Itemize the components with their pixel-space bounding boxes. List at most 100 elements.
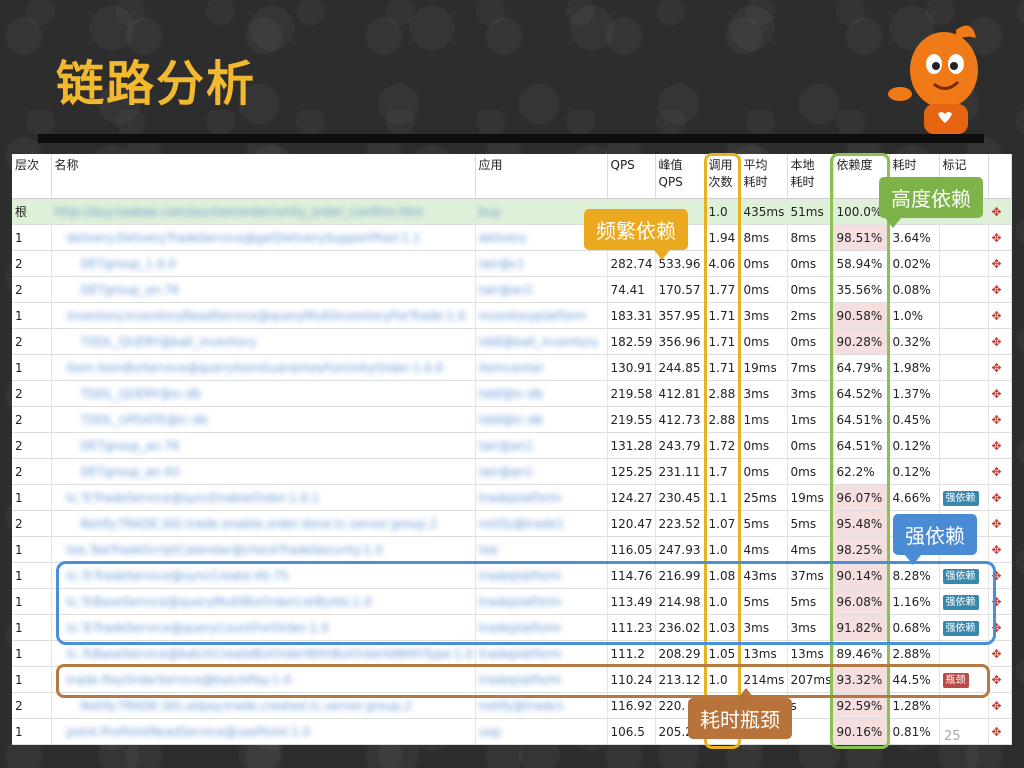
- cell-peak-qps: 216.99: [655, 562, 706, 589]
- table-row[interactable]: 1 tc.TcBaseService@queryMultiBizOrderList…: [12, 588, 1012, 615]
- expand-move-icon[interactable]: ✥: [992, 491, 1002, 505]
- table-row[interactable]: 1 inventory.InventoryReadService@queryMul…: [12, 302, 1012, 329]
- app-link[interactable]: tair@an1: [479, 439, 534, 453]
- cell-app: notify@trade1: [475, 510, 608, 537]
- expand-move-icon[interactable]: ✥: [992, 673, 1002, 687]
- col-local-time[interactable]: 本地 耗时: [787, 154, 834, 199]
- table-row[interactable]: 1 point.ProPointReadService@usePoint:1.0 u…: [12, 718, 1012, 745]
- cell-time-ratio: 0.12%: [889, 432, 940, 459]
- service-link[interactable]: inventory.InventoryReadService@queryMult…: [67, 309, 466, 323]
- app-link[interactable]: uop: [479, 725, 502, 739]
- expand-move-icon[interactable]: ✥: [992, 335, 1002, 349]
- app-link[interactable]: tair@c1: [479, 257, 526, 271]
- service-link[interactable]: tc.TcTradeService@syncEnableOrder:1.0.1: [67, 491, 320, 505]
- table-row[interactable]: 1 item.ItemBizService@queryItemGuaranteeF…: [12, 354, 1012, 381]
- table-row[interactable]: 2 Notify.TRADE.SIG.alipay.trade.created.t…: [12, 692, 1012, 719]
- service-link[interactable]: http://buy.taobao.com/auction/order/unit…: [55, 205, 423, 219]
- service-link[interactable]: DETgroup_an.76: [81, 283, 180, 297]
- app-link[interactable]: delivery: [479, 231, 527, 245]
- table-row[interactable]: 2 TDDL_UPDATE@ic-db tddl@ic-db 219.55 412.73…: [12, 406, 1012, 433]
- cell-dependency: 95.48%: [833, 510, 890, 537]
- expand-move-icon[interactable]: ✥: [992, 647, 1002, 661]
- expand-move-icon[interactable]: ✥: [992, 543, 1002, 557]
- expand-move-icon[interactable]: ✥: [992, 725, 1002, 739]
- service-link[interactable]: Notify.TRADE.SIG.alipay.trade.created.tc…: [81, 699, 413, 713]
- expand-move-icon[interactable]: ✥: [992, 569, 1002, 583]
- service-link[interactable]: DETgroup_an.93: [81, 465, 180, 479]
- service-link[interactable]: tc.TcTradeService@queryCountForOrder:1.0: [67, 621, 329, 635]
- app-link[interactable]: tradeplatform: [479, 673, 562, 687]
- service-link[interactable]: DETgroup_an.76: [81, 439, 180, 453]
- table-row[interactable]: 1 tc.TcTradeService@syncCreate:40.75 trade…: [12, 562, 1012, 589]
- service-link[interactable]: DETgroup_1.0.0: [81, 257, 177, 271]
- service-link[interactable]: tc.TcTradeService@syncCreate:40.75: [67, 569, 289, 583]
- expand-move-icon[interactable]: ✥: [992, 231, 1002, 245]
- app-link[interactable]: tddl@ball_inventory: [479, 335, 599, 349]
- table-row[interactable]: 1 tee.TeeTradeScriptCalendar@checkTradeSe…: [12, 536, 1012, 563]
- table-row[interactable]: 1 delivery.DeliveryTradeService@getDelive…: [12, 224, 1012, 251]
- app-link[interactable]: notify@trade1: [479, 699, 565, 713]
- app-link[interactable]: itemcenter: [479, 361, 545, 375]
- service-link[interactable]: trade.PayOrderService@batchPay:1.0: [67, 673, 292, 687]
- service-link[interactable]: item.ItemBizService@queryItemGuaranteeFo…: [67, 361, 444, 375]
- expand-move-icon[interactable]: ✥: [992, 387, 1002, 401]
- col-calls[interactable]: 调用 次数: [705, 154, 741, 199]
- service-link[interactable]: TDDL_QUERY@ball_inventory: [81, 335, 257, 349]
- app-link[interactable]: notify@trade1: [479, 517, 565, 531]
- table-row[interactable]: 2 DETgroup_an.76 tair@an1 131.28 243.79 1.72 0…: [12, 432, 1012, 459]
- table-row-root[interactable]: 根 http://buy.taobao.com/auction/order/uni…: [12, 198, 1012, 225]
- app-link[interactable]: tddl@ic-db: [479, 387, 544, 401]
- cell-dependency: 89.46%: [833, 640, 890, 667]
- col-peak-qps[interactable]: 峰值 QPS: [655, 154, 706, 199]
- col-level[interactable]: 层次: [12, 154, 52, 199]
- service-link[interactable]: tc.TcBaseService@batchCreateBizOrderWith…: [67, 647, 474, 661]
- col-name[interactable]: 名称: [51, 154, 476, 199]
- col-app[interactable]: 应用: [475, 154, 608, 199]
- expand-move-icon[interactable]: ✥: [992, 595, 1002, 609]
- cell-name: Notify.TRADE.SIG.trade.enable.order.done…: [51, 510, 476, 537]
- expand-move-icon[interactable]: ✥: [992, 465, 1002, 479]
- app-link[interactable]: tee: [479, 543, 498, 557]
- table-row[interactable]: 2 DETgroup_an.76 tair@an1 74.41 170.57 1.77 0m…: [12, 276, 1012, 303]
- table-row[interactable]: 2 TDDL_QUERY@ic-db tddl@ic-db 219.58 412.81 2…: [12, 380, 1012, 407]
- expand-move-icon[interactable]: ✥: [992, 517, 1002, 531]
- expand-move-icon[interactable]: ✥: [992, 205, 1002, 219]
- app-link[interactable]: buy: [479, 205, 501, 219]
- cell-calls: 1.03: [705, 614, 741, 641]
- expand-move-icon[interactable]: ✥: [992, 283, 1002, 297]
- app-link[interactable]: tradeplatform: [479, 595, 562, 609]
- service-link[interactable]: TDDL_UPDATE@ic-db: [81, 413, 208, 427]
- app-link[interactable]: tddl@ic-db: [479, 413, 544, 427]
- table-row[interactable]: 1 trade.PayOrderService@batchPay:1.0 trade…: [12, 666, 1012, 693]
- service-link[interactable]: tee.TeeTradeScriptCalendar@checkTradeSec…: [67, 543, 383, 557]
- table-row[interactable]: 2 DETgroup_1.0.0 tair@c1 282.74 533.96 4.06 0m…: [12, 250, 1012, 277]
- service-link[interactable]: tc.TcBaseService@queryMultiBizOrderListB…: [67, 595, 372, 609]
- col-qps[interactable]: QPS: [607, 154, 656, 199]
- expand-move-icon[interactable]: ✥: [992, 309, 1002, 323]
- app-link[interactable]: tradeplatform: [479, 647, 562, 661]
- app-link[interactable]: tair@an1: [479, 283, 534, 297]
- expand-move-icon[interactable]: ✥: [992, 699, 1002, 713]
- service-link[interactable]: delivery.DeliveryTradeService@getDeliver…: [67, 231, 421, 245]
- app-link[interactable]: tair@an1: [479, 465, 534, 479]
- cell-tag: [939, 328, 989, 355]
- table-row[interactable]: 1 tc.TcBaseService@batchCreateBizOrderWit…: [12, 640, 1012, 667]
- table-row[interactable]: 1 tc.TcTradeService@syncEnableOrder:1.0.1…: [12, 484, 1012, 511]
- col-avg-time[interactable]: 平均 耗时: [740, 154, 788, 199]
- app-link[interactable]: tradeplatform: [479, 491, 562, 505]
- table-row[interactable]: 2 Notify.TRADE.SIG.trade.enable.order.don…: [12, 510, 1012, 537]
- service-link[interactable]: TDDL_QUERY@ic-db: [81, 387, 202, 401]
- table-row[interactable]: 1 tc.TcTradeService@queryCountForOrder:1.…: [12, 614, 1012, 641]
- expand-move-icon[interactable]: ✥: [992, 439, 1002, 453]
- table-row[interactable]: 2 TDDL_QUERY@ball_inventory tddl@ball_inve…: [12, 328, 1012, 355]
- service-link[interactable]: Notify.TRADE.SIG.trade.enable.order.done…: [81, 517, 438, 531]
- table-row[interactable]: 2 DETgroup_an.93 tair@an1 125.25 231.11 1.7 0m…: [12, 458, 1012, 485]
- app-link[interactable]: tradeplatform: [479, 621, 562, 635]
- app-link[interactable]: inventoryplatform: [479, 309, 587, 323]
- expand-move-icon[interactable]: ✥: [992, 361, 1002, 375]
- expand-move-icon[interactable]: ✥: [992, 413, 1002, 427]
- app-link[interactable]: tradeplatform: [479, 569, 562, 583]
- expand-move-icon[interactable]: ✥: [992, 257, 1002, 271]
- service-link[interactable]: point.ProPointReadService@usePoint:1.0: [67, 725, 311, 739]
- expand-move-icon[interactable]: ✥: [992, 621, 1002, 635]
